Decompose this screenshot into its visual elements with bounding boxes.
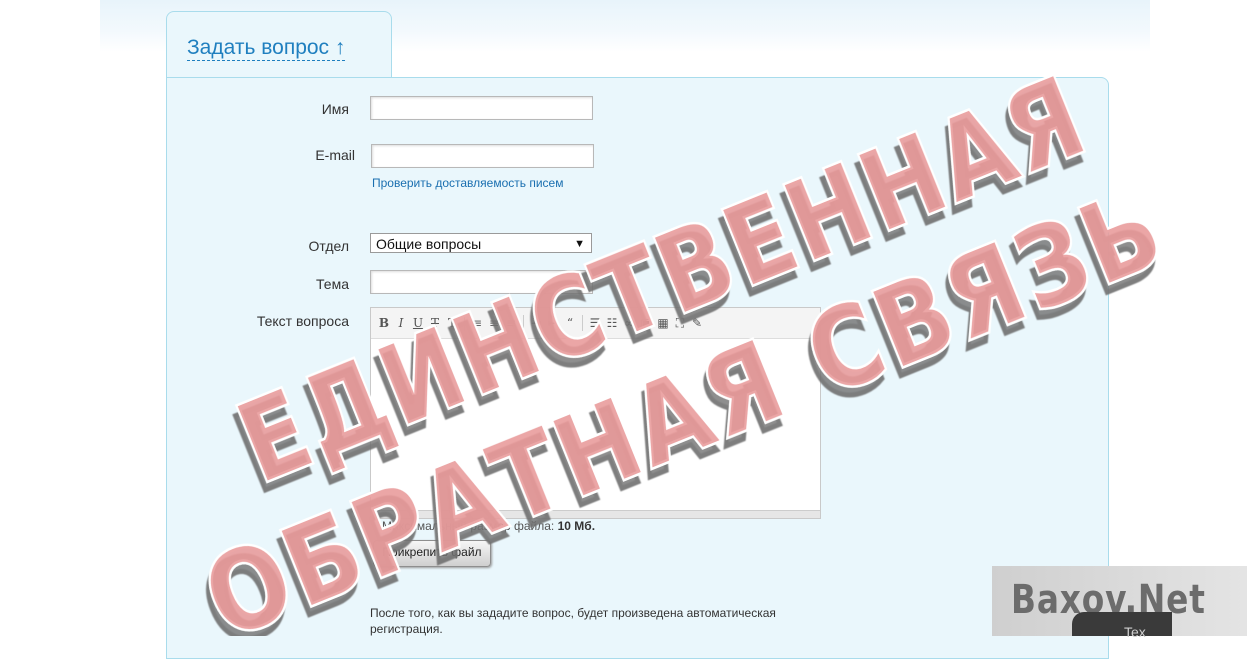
strikethrough-icon[interactable]: T xyxy=(428,315,442,331)
watermark-sub: Tex xyxy=(1124,624,1146,640)
text-editor[interactable]: B I U T T ≡ ≡ ≡ ⇥ ⇤ “ ☰ ☷ ∞ ▣ ▦ ⛶ ✎ xyxy=(370,307,821,519)
align-center-icon[interactable]: ≡ xyxy=(487,315,501,331)
quote-icon[interactable]: “ xyxy=(563,315,577,331)
file-size-value: 10 Мб. xyxy=(557,519,596,533)
align-right-icon[interactable]: ≡ xyxy=(504,315,518,331)
department-select[interactable]: Общие вопросы ▼ xyxy=(370,233,592,253)
email-check-link[interactable]: Проверить доставляемость писем xyxy=(372,176,563,190)
underline-icon[interactable]: U xyxy=(411,315,425,331)
email-input[interactable] xyxy=(371,144,594,168)
watermark-bar xyxy=(1072,612,1172,636)
toolbar-separator xyxy=(523,315,524,331)
italic-icon[interactable]: I xyxy=(394,315,408,331)
tab-title[interactable]: Задать вопрос ↑ xyxy=(187,36,346,61)
department-label: Отдел xyxy=(308,238,350,254)
numbered-list-icon[interactable]: ☷ xyxy=(605,315,619,331)
attach-file-button[interactable]: Прикрепить файл xyxy=(373,540,491,567)
link-icon[interactable]: ∞ xyxy=(622,315,636,331)
registration-note: После того, как вы зададите вопрос, буде… xyxy=(370,606,776,636)
editor-resize-handle[interactable] xyxy=(371,510,820,518)
eraser-icon[interactable]: ✎ xyxy=(690,315,704,331)
bold-icon[interactable]: B xyxy=(377,315,391,331)
editor-toolbar: B I U T T ≡ ≡ ≡ ⇥ ⇤ “ ☰ ☷ ∞ ▣ ▦ ⛶ ✎ xyxy=(371,308,820,339)
department-value: Общие вопросы xyxy=(376,236,482,252)
bullet-list-icon[interactable]: ☰ xyxy=(588,315,602,331)
align-left-icon[interactable]: ≡ xyxy=(470,315,484,331)
name-label: Имя xyxy=(321,101,349,117)
file-note-text: Максимальный размер файла: xyxy=(382,519,555,533)
text-label: Текст вопроса xyxy=(256,313,349,329)
toolbar-separator xyxy=(582,315,583,331)
fullscreen-icon[interactable]: ⛶ xyxy=(673,315,687,331)
dropdown-arrow-icon: ▼ xyxy=(574,238,585,250)
toolbar-separator xyxy=(464,315,465,331)
subject-label: Тема xyxy=(316,276,349,292)
email-label: E-mail xyxy=(315,147,355,163)
outdent-icon[interactable]: ⇤ xyxy=(546,315,560,331)
name-input[interactable] xyxy=(370,96,593,120)
indent-icon[interactable]: ⇥ xyxy=(529,315,543,331)
table-icon[interactable]: ▦ xyxy=(656,315,670,331)
image-icon[interactable]: ▣ xyxy=(639,315,653,331)
file-size-note: Максимальный размер файла: 10 Мб. xyxy=(382,519,595,533)
clear-format-icon[interactable]: T xyxy=(445,315,459,331)
subject-input[interactable] xyxy=(370,270,593,294)
